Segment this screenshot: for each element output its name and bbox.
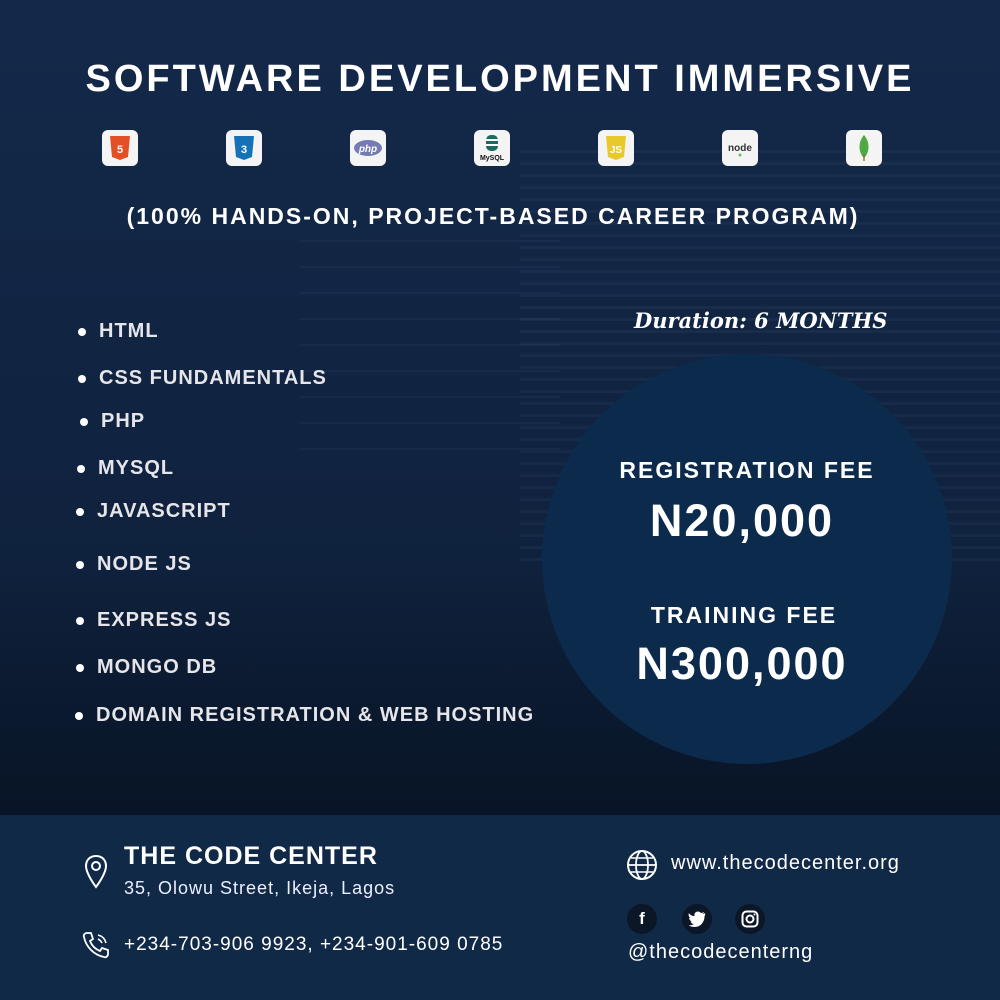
svg-text:node: node — [728, 143, 752, 154]
course-list-item: JAVASCRIPT — [76, 500, 231, 523]
bullet-icon — [75, 711, 83, 720]
bullet-icon — [76, 616, 84, 625]
mysql-icon: MySQL — [474, 130, 510, 166]
facebook-icon[interactable]: f — [627, 904, 657, 934]
svg-text:3: 3 — [241, 144, 247, 156]
course-list-item: NODE JS — [76, 553, 192, 576]
javascript-icon: JS — [598, 130, 634, 166]
phone-icon — [80, 929, 112, 966]
css3-icon: 3 — [226, 130, 262, 166]
organization-name: THE CODE CENTER — [124, 842, 378, 870]
training-fee-value: N300,000 — [636, 638, 848, 689]
course-list-item: HTML — [78, 320, 159, 343]
html5-icon: 5 — [102, 130, 138, 166]
website-link[interactable]: www.thecodecenter.org — [671, 852, 900, 875]
nodejs-icon: node — [722, 130, 758, 166]
bullet-icon — [78, 374, 86, 383]
bullet-icon — [76, 560, 84, 569]
mongodb-icon — [846, 130, 882, 166]
course-list-item: EXPRESS JS — [76, 609, 232, 632]
twitter-icon[interactable] — [682, 904, 712, 934]
bullet-icon — [80, 417, 88, 426]
location-pin-icon — [84, 854, 108, 895]
course-list-item: CSS FUNDAMENTALS — [78, 367, 327, 390]
instagram-icon[interactable] — [735, 904, 765, 934]
tech-icons-row: 5 3 php MySQL JS node — [0, 130, 1000, 170]
bullet-icon — [76, 507, 84, 516]
background-panel — [300, 240, 560, 470]
phone-numbers: +234-703-906 9923, +234-901-609 0785 — [124, 934, 504, 955]
svg-text:JS: JS — [610, 145, 623, 156]
registration-fee-label: REGISTRATION FEE — [619, 457, 875, 483]
php-icon: php — [350, 130, 386, 166]
bullet-icon — [76, 663, 84, 672]
globe-icon — [626, 849, 658, 886]
fee-circle — [542, 354, 952, 764]
course-list-item: PHP — [80, 410, 145, 433]
course-list-item: MONGO DB — [76, 656, 217, 679]
social-handle[interactable]: @thecodecenterng — [628, 941, 813, 964]
organization-address: 35, Olowu Street, Ikeja, Lagos — [124, 878, 396, 898]
bullet-icon — [78, 327, 86, 336]
program-subtitle: (100% HANDS-ON, PROJECT-BASED CAREER PRO… — [126, 203, 860, 229]
page-title: SOFTWARE DEVELOPMENT IMMERSIVE — [85, 58, 915, 100]
program-duration: Duration: 6 MONTHS — [634, 308, 888, 333]
svg-text:MySQL: MySQL — [480, 155, 505, 162]
registration-fee-value: N20,000 — [649, 495, 835, 546]
svg-text:php: php — [358, 144, 377, 155]
svg-text:5: 5 — [117, 144, 123, 156]
course-list-item: DOMAIN REGISTRATION & WEB HOSTING — [75, 704, 534, 727]
bullet-icon — [77, 464, 85, 473]
training-fee-label: TRAINING FEE — [650, 602, 838, 628]
course-list-item: MYSQL — [77, 457, 174, 480]
